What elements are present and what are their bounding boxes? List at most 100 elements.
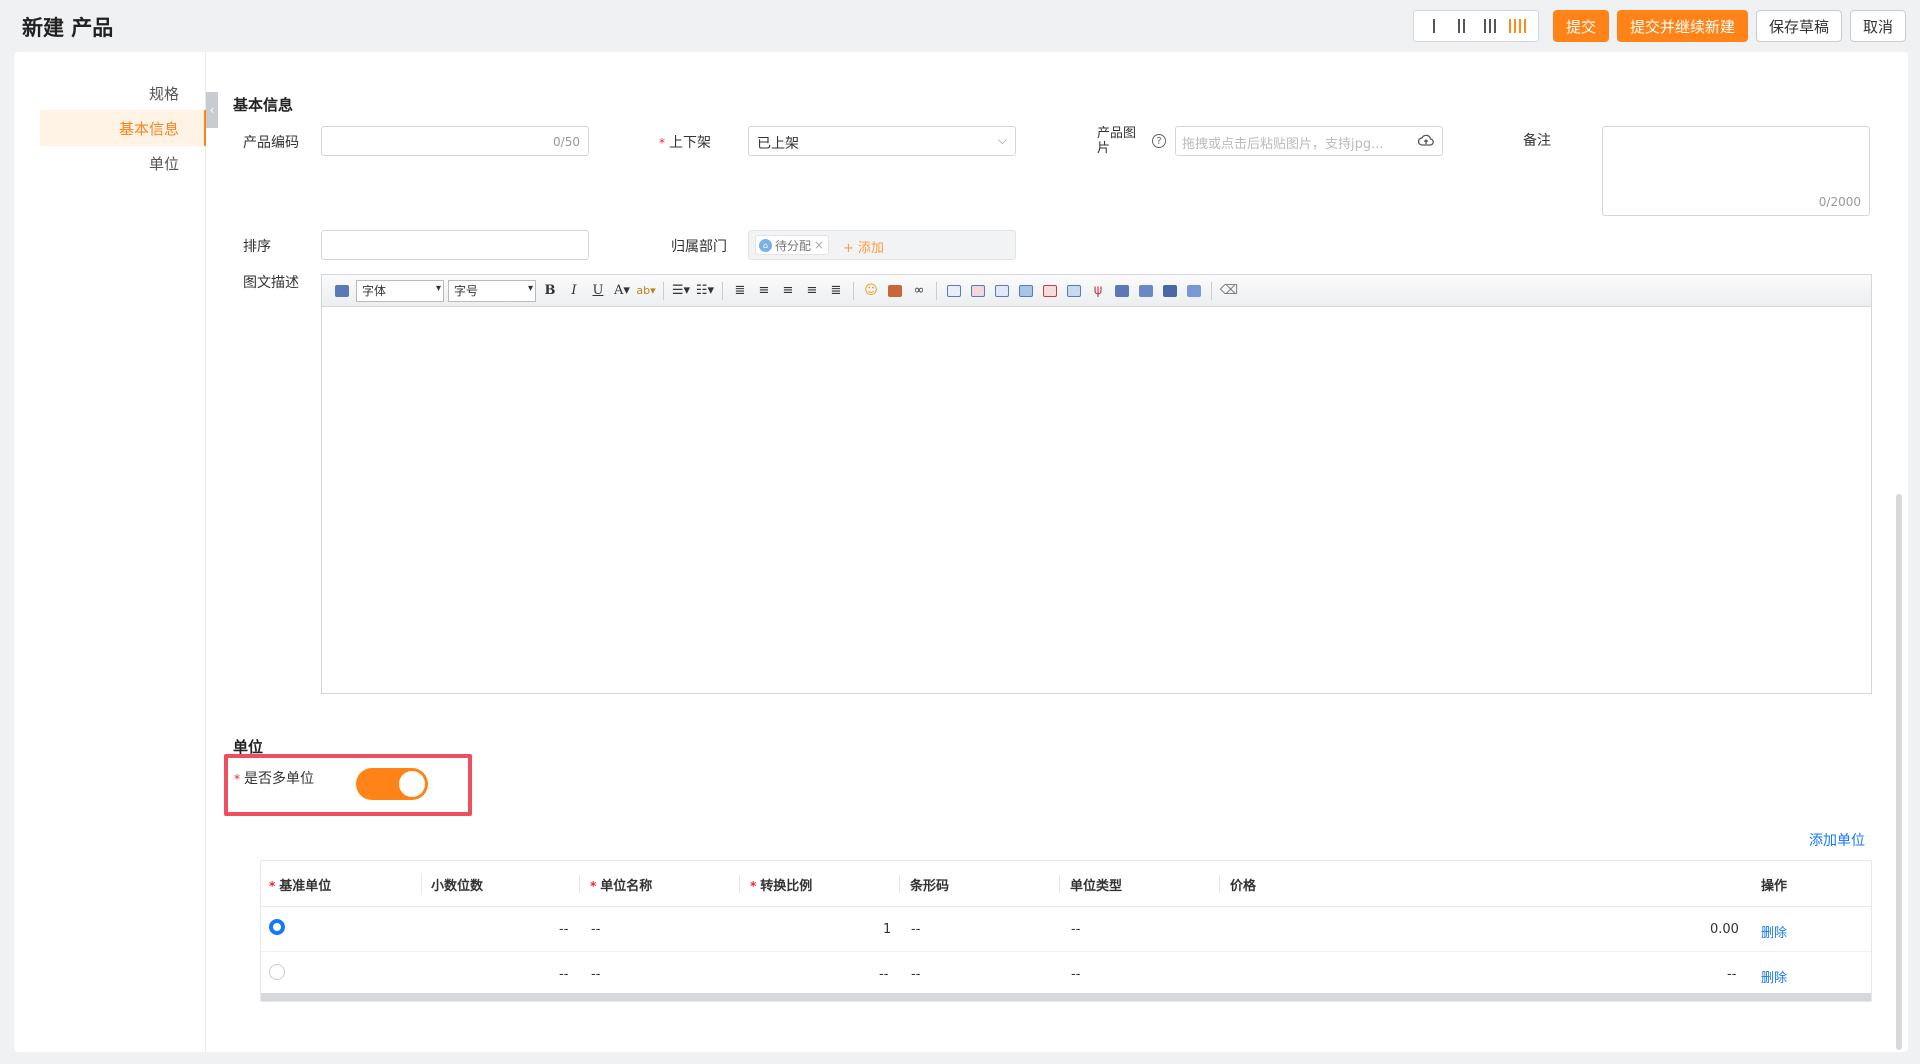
unordered-list-icon[interactable]: ☷▾	[695, 281, 715, 301]
department-picker[interactable]: ⌂ 待分配 × + 添加	[748, 230, 1016, 260]
align-left-icon[interactable]: ≡	[754, 281, 774, 301]
toggle-knob	[399, 771, 425, 797]
add-unit-link[interactable]: 添加单位	[1809, 830, 1865, 850]
help-icon[interactable]: ?	[1152, 134, 1166, 148]
column-divider	[739, 875, 740, 893]
layout-1-column-option[interactable]	[1422, 15, 1446, 37]
highlight-color-icon[interactable]: ab▾	[636, 281, 656, 301]
col-header-unit-name-text: 单位名称	[600, 879, 653, 894]
collapse-sidebar-button[interactable]: ‹	[206, 92, 218, 128]
indent-icon[interactable]: ≣	[730, 281, 750, 301]
link-icon[interactable]: ∞	[909, 281, 929, 301]
layout-3-column-option[interactable]	[1478, 15, 1502, 37]
close-icon[interactable]: ×	[814, 238, 824, 252]
col-header-barcode: 条形码	[910, 879, 950, 894]
column-divider	[1219, 875, 1220, 893]
underline-icon[interactable]: U	[588, 281, 608, 301]
horizontal-scrollbar[interactable]	[261, 993, 1871, 1001]
product-code-input[interactable]: 0/50	[321, 126, 589, 156]
multi-unit-label: * 是否多单位	[234, 771, 314, 787]
price-cell: --	[1727, 967, 1737, 982]
col-header-ratio-text: 转换比例	[760, 879, 813, 894]
table-properties-icon[interactable]	[968, 281, 988, 301]
delete-row-link[interactable]: 删除	[1761, 922, 1787, 941]
align-right-icon[interactable]: ≡	[802, 281, 822, 301]
submit-button[interactable]: 提交	[1552, 10, 1609, 42]
department-tag[interactable]: ⌂ 待分配 ×	[755, 235, 830, 255]
align-justify-icon[interactable]: ≣	[826, 281, 846, 301]
unit-type-cell: --	[1071, 967, 1081, 982]
split-cell-icon[interactable]: ψ	[1088, 281, 1108, 301]
shelf-status-label-text: 上下架	[669, 135, 711, 151]
multi-unit-label-text: 是否多单位	[244, 771, 314, 787]
barcode-cell: --	[911, 922, 921, 937]
editor-toolbar: 字体 字号 B I U A▾ ab▾ ☰▾ ☷▾ ≣ ≡ ≡ ≡ ≣ ☺ ∞	[322, 275, 1871, 307]
page-title: 新建 产品	[22, 16, 114, 40]
remark-textarea[interactable]: 0/2000	[1602, 126, 1870, 216]
delete-column-icon[interactable]	[1064, 281, 1084, 301]
vertical-scrollbar[interactable]	[1896, 494, 1902, 1050]
delete-row-link[interactable]: 删除	[1761, 967, 1787, 986]
italic-icon[interactable]: I	[564, 281, 584, 301]
section-nav: 规格 基本信息 单位	[14, 52, 206, 1052]
shelf-status-select[interactable]: 已上架 ⌵	[748, 126, 1016, 156]
merge-down-icon[interactable]	[1160, 281, 1180, 301]
product-code-counter: 0/50	[553, 135, 580, 149]
font-family-select[interactable]: 字体	[356, 279, 444, 302]
font-size-select[interactable]: 字号	[448, 279, 536, 302]
ordered-list-icon[interactable]: ☰▾	[671, 281, 691, 301]
layout-4-column-option[interactable]	[1506, 15, 1530, 37]
unit-type-cell: --	[1071, 922, 1081, 937]
source-icon[interactable]	[332, 281, 352, 301]
editor-content-area[interactable]	[322, 307, 1871, 693]
emoji-icon[interactable]: ☺	[861, 281, 881, 301]
column-divider	[579, 875, 580, 893]
col-header-decimals: 小数位数	[431, 879, 484, 894]
shelf-status-value: 已上架	[757, 136, 799, 152]
toolbar-divider	[853, 281, 854, 300]
sort-input[interactable]	[321, 230, 589, 260]
table-row: -- -- 1 -- -- 0.00 删除	[261, 907, 1871, 952]
multi-unit-toggle[interactable]	[356, 768, 428, 800]
product-image-upload[interactable]: 拖拽或点击后粘贴图片，支持jpg...	[1175, 126, 1443, 156]
toolbar-divider	[936, 281, 937, 300]
eraser-icon[interactable]: ⌫	[1219, 281, 1239, 301]
image-icon[interactable]	[885, 281, 905, 301]
ratio-cell: 1	[883, 922, 892, 937]
price-cell: 0.00	[1710, 922, 1739, 937]
insert-row-icon[interactable]	[1016, 281, 1036, 301]
nav-item-unit[interactable]: 单位	[149, 153, 179, 174]
col-header-price: 价格	[1230, 879, 1257, 894]
nav-item-basic-info[interactable]: 基本信息	[119, 118, 179, 139]
merge-right-icon[interactable]	[1136, 281, 1156, 301]
table-header: * 基准单位 小数位数 * 单位名称 * 转换比例 条形码 单位类型 价格 操作	[261, 861, 1871, 907]
base-unit-radio[interactable]	[269, 964, 285, 980]
submit-and-continue-button[interactable]: 提交并继续新建	[1616, 10, 1748, 42]
save-draft-button[interactable]: 保存草稿	[1755, 10, 1842, 42]
table-icon[interactable]	[944, 281, 964, 301]
nav-item-spec[interactable]: 规格	[149, 83, 179, 104]
font-color-icon[interactable]: A▾	[612, 281, 632, 301]
merge-cells-icon[interactable]	[1112, 281, 1132, 301]
column-divider	[421, 875, 422, 893]
col-header-base-unit-text: 基准单位	[279, 879, 332, 894]
page-header: 新建 产品 提交 提交并继续新建 保存草稿 取消	[0, 0, 1920, 52]
base-unit-radio[interactable]	[269, 919, 285, 935]
form-panel: 规格 基本信息 单位 ‹ 基本信息 产品编码 0/50 * 上下架 已上架 ⌵ 产…	[14, 52, 1908, 1052]
split-table-icon[interactable]	[1184, 281, 1204, 301]
bold-icon[interactable]: B	[540, 281, 560, 301]
shelf-status-label: * 上下架	[659, 135, 711, 151]
align-center-icon[interactable]: ≡	[778, 281, 798, 301]
layout-2-column-option[interactable]	[1450, 15, 1474, 37]
cancel-button[interactable]: 取消	[1849, 10, 1906, 42]
decimals-cell: --	[559, 967, 569, 982]
rich-text-editor: 字体 字号 B I U A▾ ab▾ ☰▾ ☷▾ ≣ ≡ ≡ ≡ ≣ ☺ ∞	[321, 274, 1872, 694]
delete-row-icon[interactable]	[1040, 281, 1060, 301]
insert-column-icon[interactable]	[992, 281, 1012, 301]
table-row: -- -- -- -- -- -- 删除	[261, 952, 1871, 997]
unit-name-cell: --	[591, 967, 601, 982]
add-department-link[interactable]: + 添加	[843, 237, 884, 256]
col-header-ratio: * 转换比例	[750, 879, 813, 894]
sort-label: 排序	[243, 239, 271, 255]
ratio-cell: --	[879, 967, 889, 982]
